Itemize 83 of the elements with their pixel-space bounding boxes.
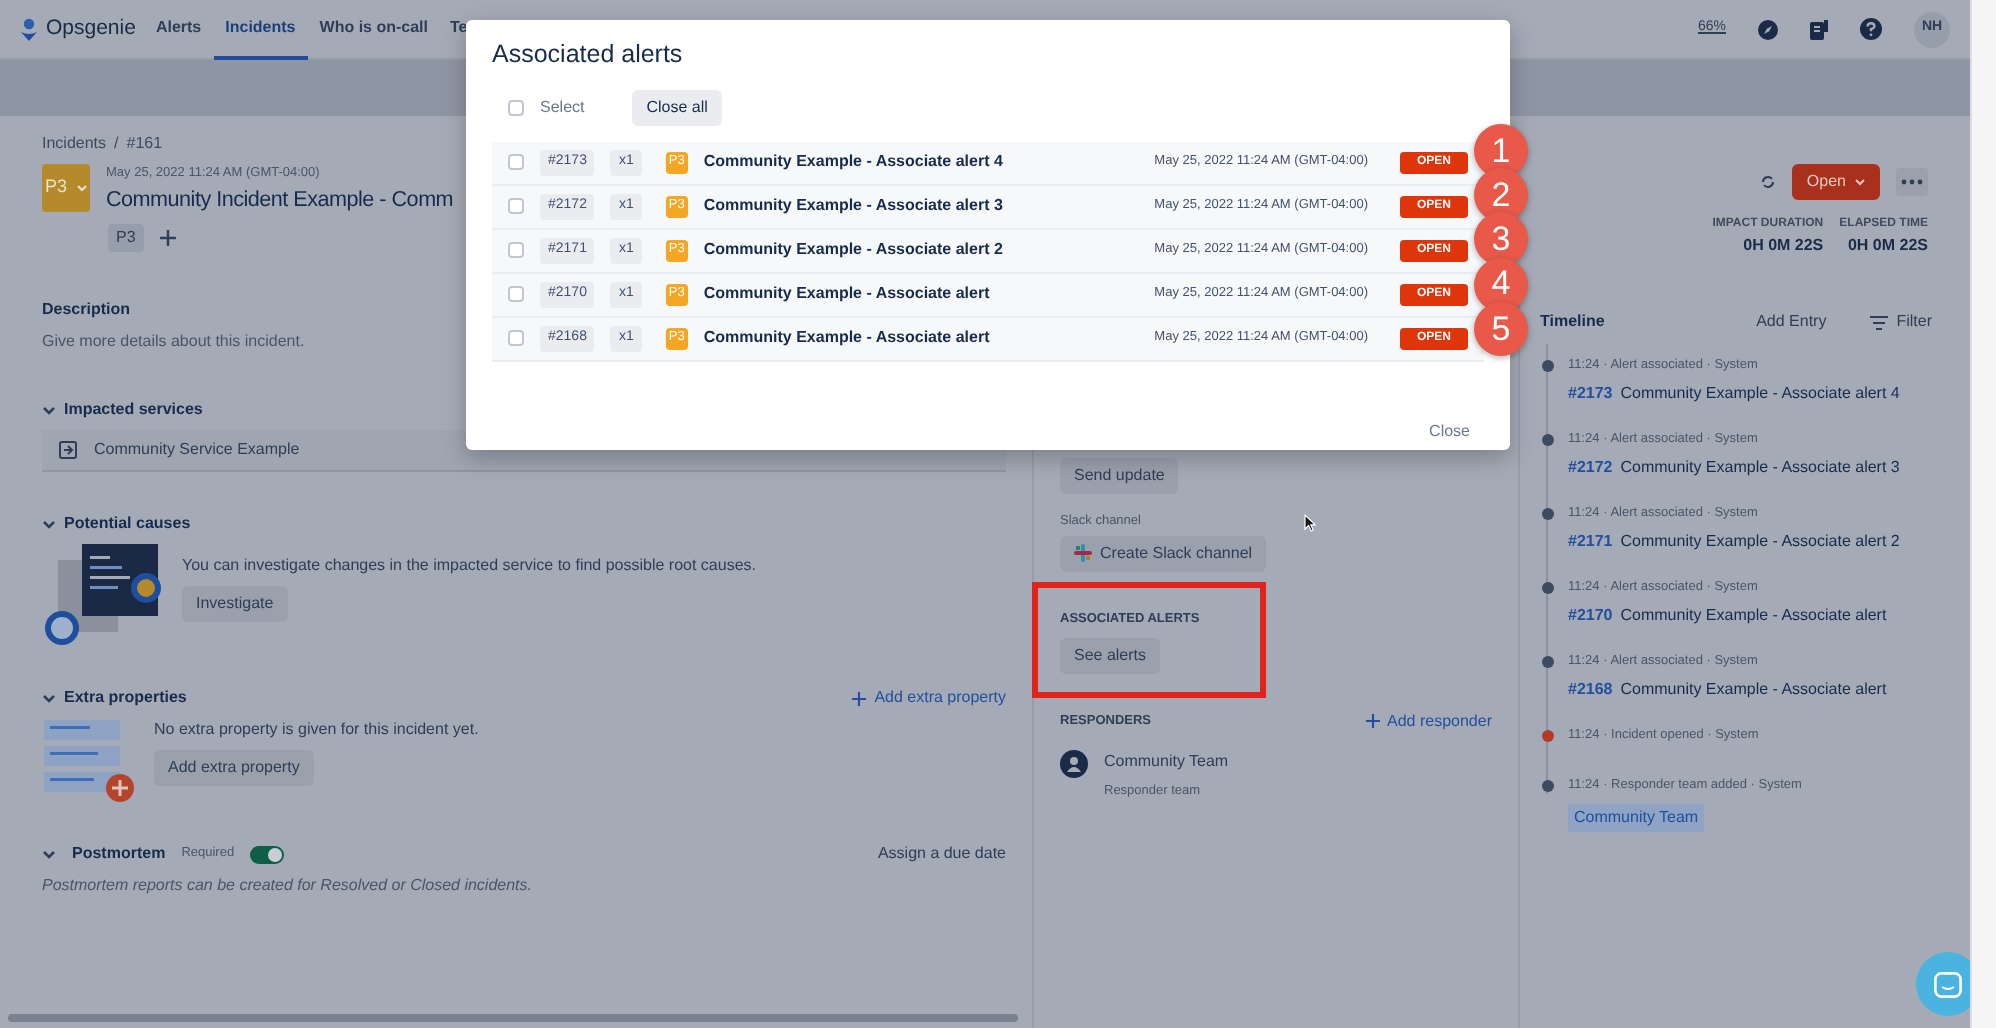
- filter-button[interactable]: Filter: [1856, 304, 1946, 340]
- alert-title: Community Example - Associate alert: [703, 326, 990, 351]
- modal-title: Associated alerts: [492, 38, 685, 72]
- causes-text: You can investigate changes in the impacted service to find possible root causes.: [182, 554, 756, 578]
- add-entry-button[interactable]: Add Entry: [1742, 304, 1841, 340]
- metric-value: 0H 0M 22S: [1845, 234, 1928, 258]
- properties-drawing: [42, 718, 138, 806]
- alert-link[interactable]: #2168: [1568, 677, 1613, 702]
- close-button[interactable]: Close: [1415, 413, 1484, 450]
- alert-checkbox[interactable]: [508, 286, 524, 303]
- alert-checkbox[interactable]: [508, 154, 524, 171]
- postmortem-note: Postmortem reports can be created for Resolved or Closed incidents.: [42, 874, 533, 898]
- document-icon[interactable]: [1810, 19, 1828, 39]
- section-title: Potential causes: [64, 512, 191, 536]
- section-title: Impacted services: [64, 398, 203, 422]
- section-title: Description: [42, 298, 131, 322]
- section-title: Extra properties: [64, 686, 187, 710]
- alert-title: Community Example - Associate alert 2: [703, 238, 1003, 263]
- team-avatar-icon: [1060, 749, 1088, 777]
- select-all-checkbox[interactable]: [508, 99, 524, 116]
- alert-link[interactable]: #2170: [1568, 603, 1613, 628]
- caret-icon: [75, 182, 87, 194]
- collapse-chevron-icon[interactable]: [42, 692, 56, 704]
- nav-tab[interactable]: Who is on-call: [307, 0, 440, 59]
- caret-icon: [1854, 176, 1866, 188]
- timeline-title: Timeline: [1540, 310, 1605, 334]
- alert-checkbox[interactable]: [508, 242, 524, 259]
- alert-title: Community Example - Associate alert 4: [703, 150, 1003, 175]
- nav-tab[interactable]: Alerts: [143, 0, 214, 59]
- required-toggle[interactable]: [250, 845, 285, 863]
- send-update-button[interactable]: Send update: [1060, 458, 1179, 494]
- alert-checkbox[interactable]: [508, 198, 524, 215]
- incident-title: Community Incident Example - Comm: [106, 185, 454, 216]
- collapse-chevron-icon[interactable]: [42, 848, 56, 860]
- logo-text: Opsgenie: [46, 13, 136, 44]
- create-slack-channel-button[interactable]: Create Slack channel: [1060, 535, 1267, 572]
- metric-value: 0H 0M 22S: [1741, 234, 1824, 258]
- team-tag[interactable]: Community Team: [1568, 803, 1705, 832]
- add-extra-property-button[interactable]: Add extra property: [154, 750, 314, 786]
- responder-name: Community Team: [1104, 749, 1229, 773]
- slack-icon: [1074, 544, 1092, 563]
- alert-link[interactable]: #2173: [1568, 381, 1613, 406]
- timeline-entry-text: Community Example - Associate alert 2: [1620, 529, 1900, 554]
- alert-link[interactable]: #2171: [1568, 529, 1613, 554]
- add-extra-property-link[interactable]: Add extra property: [852, 686, 1006, 710]
- status-dropdown[interactable]: Open: [1792, 164, 1880, 200]
- timeline-entry-text: Community Example - Associate alert: [1620, 677, 1887, 702]
- investigate-button[interactable]: Investigate: [182, 586, 288, 622]
- extra-properties-text: No extra property is given for this incident yet.: [154, 718, 479, 742]
- add-responder-link[interactable]: Add responder: [1365, 709, 1492, 733]
- timeline-entry-text: Community Example - Associate alert 4: [1620, 381, 1900, 406]
- priority-dropdown[interactable]: P3: [42, 164, 90, 212]
- chat-icon: [1934, 971, 1962, 997]
- refresh-icon[interactable]: [1760, 174, 1777, 190]
- collapse-chevron-icon[interactable]: [42, 404, 56, 416]
- alert-link[interactable]: #2172: [1568, 455, 1613, 480]
- description-hint: Give more details about this incident.: [42, 330, 305, 354]
- assign-due-date-link[interactable]: Assign a due date: [877, 842, 1006, 866]
- breadcrumb-link[interactable]: Incidents: [42, 132, 107, 156]
- breadcrumb-link[interactable]: #161: [126, 132, 163, 156]
- compass-icon[interactable]: [1758, 19, 1778, 39]
- timeline-entry-text: Community Example - Associate alert 3: [1620, 455, 1900, 480]
- plus-icon: [852, 691, 867, 705]
- plus-icon: [1365, 714, 1380, 728]
- scrollbar[interactable]: [8, 1014, 1018, 1022]
- service-icon: [58, 440, 78, 460]
- plus-icon[interactable]: [159, 229, 176, 246]
- filter-icon: [1870, 315, 1889, 329]
- select-label: Select: [540, 95, 585, 120]
- section-title: Postmortem: [72, 842, 166, 866]
- logo-icon: [20, 17, 38, 41]
- help-icon[interactable]: [1860, 18, 1882, 40]
- breadcrumb-separator: /: [114, 132, 119, 156]
- alert-checkbox[interactable]: [508, 330, 524, 347]
- alert-title: Community Example - Associate alert: [703, 282, 990, 307]
- mouse-pointer-icon: [1304, 514, 1316, 532]
- timeline-entry-text: Community Example - Associate alert: [1620, 603, 1887, 628]
- alert-title: Community Example - Associate alert 3: [703, 194, 1003, 219]
- close-all-button[interactable]: Close all: [632, 89, 722, 126]
- priority-tag: P3: [108, 223, 144, 252]
- more-icon[interactable]: [1896, 168, 1928, 196]
- see-alerts-button[interactable]: See alerts: [1060, 637, 1161, 673]
- collapse-chevron-icon[interactable]: [42, 518, 56, 530]
